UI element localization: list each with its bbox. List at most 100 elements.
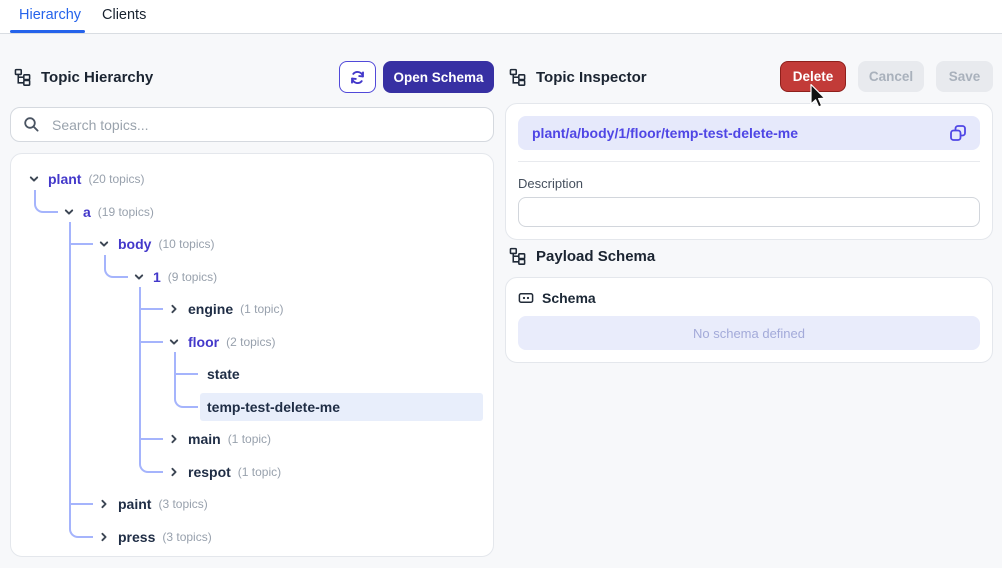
chevron-down-icon[interactable] xyxy=(166,334,182,350)
tree-node-label: press xyxy=(118,528,156,545)
tab-hierarchy[interactable]: Hierarchy xyxy=(19,7,81,23)
tree-node-state[interactable]: state xyxy=(26,352,478,391)
tree-node-label: a xyxy=(83,203,91,220)
tree-connector xyxy=(34,189,58,213)
copy-icon xyxy=(948,123,968,143)
tree-node-press[interactable]: press (3 topics) xyxy=(26,514,478,554)
topic-tree: plant (20 topics) a (19 topics) body (10 topi… xyxy=(10,153,494,557)
tab-bar: Hierarchy Clients xyxy=(0,0,1002,34)
panel-title: Topic Hierarchy xyxy=(41,68,154,86)
tree-connector xyxy=(139,438,163,441)
schema-label: Schema xyxy=(542,290,596,306)
chevron-right-icon[interactable] xyxy=(96,496,112,512)
chevron-down-icon[interactable] xyxy=(26,171,42,187)
no-schema-placeholder: No schema defined xyxy=(518,316,980,350)
tree-node-label: state xyxy=(207,366,240,383)
tree-node-count: (3 topics) xyxy=(158,497,208,512)
hierarchy-tree-icon xyxy=(14,68,32,86)
schema-card: Schema No schema defined xyxy=(505,277,993,363)
panel-title: Topic Inspector xyxy=(536,68,647,86)
topic-inspector-panel: Topic Inspector Delete Cancel Save plant… xyxy=(505,34,993,568)
tab-clients[interactable]: Clients xyxy=(102,7,146,23)
hierarchy-tree-icon xyxy=(509,68,527,86)
tree-node-label: respot xyxy=(188,463,231,480)
tree-node-label: 1 xyxy=(153,268,161,285)
hierarchy-tree-icon xyxy=(509,247,527,265)
payload-schema-title: Payload Schema xyxy=(536,247,656,265)
tree-connector xyxy=(69,390,71,423)
tree-node-respot[interactable]: respot (1 topic) xyxy=(26,449,478,488)
divider xyxy=(518,161,980,162)
chevron-down-icon[interactable] xyxy=(96,236,112,252)
open-schema-button[interactable]: Open Schema xyxy=(383,61,494,93)
tree-node-count: (20 topics) xyxy=(88,172,145,187)
topic-inspector-header: Topic Inspector Delete Cancel Save xyxy=(505,61,993,93)
tree-node-count: (10 topics) xyxy=(158,237,215,252)
payload-schema-header: Payload Schema xyxy=(509,247,655,265)
description-input[interactable] xyxy=(518,197,980,227)
chevron-right-icon[interactable] xyxy=(96,529,112,545)
tree-connector xyxy=(69,514,93,538)
cancel-button[interactable]: Cancel xyxy=(858,61,924,92)
description-label: Description xyxy=(518,176,584,191)
topic-inspector-title: Topic Inspector xyxy=(509,68,647,86)
tree-node-temp-test-delete-me[interactable]: temp-test-delete-me xyxy=(26,384,483,423)
tree-node-count: (1 topic) xyxy=(237,464,282,479)
tree-connector xyxy=(104,254,128,278)
chevron-right-icon[interactable] xyxy=(166,431,182,447)
refresh-button[interactable] xyxy=(339,61,376,93)
tree-connector xyxy=(69,325,71,358)
tree-node-floor[interactable]: floor (2 topics) xyxy=(26,319,478,358)
tree-node-label: floor xyxy=(188,333,220,350)
tree-connector xyxy=(69,358,71,391)
tree-node-label: engine xyxy=(188,301,234,318)
tree-node-label: plant xyxy=(48,171,82,188)
tree-node-main[interactable]: main (1 topic) xyxy=(26,417,478,456)
tree-connector xyxy=(69,260,71,293)
tree-node-count: (9 topics) xyxy=(167,269,218,284)
topic-path-pill: plant/a/body/1/floor/temp-test-delete-me xyxy=(518,116,980,150)
delete-button[interactable]: Delete xyxy=(780,61,846,92)
tree-connector xyxy=(139,340,163,343)
chevron-right-icon[interactable] xyxy=(166,301,182,317)
schema-section-header: Schema xyxy=(518,290,980,306)
topic-path: plant/a/body/1/floor/temp-test-delete-me xyxy=(532,125,799,141)
tree-node-count: (1 topic) xyxy=(227,432,272,447)
tree-connector xyxy=(69,293,71,326)
tree-connector xyxy=(174,384,198,408)
tree-node-plant[interactable]: plant (20 topics) xyxy=(26,163,478,196)
chevron-right-icon[interactable] xyxy=(166,464,182,480)
tree-connector xyxy=(139,319,141,358)
tree-node-label: paint xyxy=(118,496,152,513)
chevron-down-icon[interactable] xyxy=(131,269,147,285)
topic-hierarchy-title: Topic Hierarchy xyxy=(14,68,153,86)
tree-connector xyxy=(69,243,93,246)
schema-icon xyxy=(518,290,534,306)
active-tab-underline xyxy=(10,30,85,33)
save-button[interactable]: Save xyxy=(936,61,993,92)
tree-node-label: main xyxy=(188,431,221,448)
tree-connector xyxy=(139,308,163,311)
tree-node-count: (2 topics) xyxy=(226,334,276,349)
tree-connector xyxy=(69,222,71,261)
tree-node-label: temp-test-delete-me xyxy=(207,398,341,415)
tree-connector xyxy=(69,503,93,506)
tree-node-paint[interactable]: paint (3 topics) xyxy=(26,482,478,521)
search-box[interactable] xyxy=(10,107,494,142)
tree-node-engine[interactable]: engine (1 topic) xyxy=(26,287,478,326)
tree-node-label: body xyxy=(118,236,152,253)
main-content: Topic Hierarchy Open Schema Search topic… xyxy=(0,34,1002,568)
chevron-down-icon[interactable] xyxy=(61,204,77,220)
refresh-icon xyxy=(349,69,366,86)
tree-node-count: (3 topics) xyxy=(162,529,212,544)
tree-node-1[interactable]: 1 (9 topics) xyxy=(26,254,478,293)
tree-node-count: (1 topic) xyxy=(240,302,284,317)
topic-hierarchy-panel: Topic Hierarchy Open Schema Search topic… xyxy=(10,34,494,568)
topic-hierarchy-header: Topic Hierarchy Open Schema xyxy=(10,61,494,93)
tree-connector xyxy=(174,373,198,376)
copy-button[interactable] xyxy=(944,119,972,147)
search-input[interactable] xyxy=(50,115,481,134)
tree-node-body[interactable]: body (10 topics) xyxy=(26,222,478,261)
tree-node-a[interactable]: a (19 topics) xyxy=(26,189,478,229)
topic-inspector-card: plant/a/body/1/floor/temp-test-delete-me… xyxy=(505,103,993,240)
